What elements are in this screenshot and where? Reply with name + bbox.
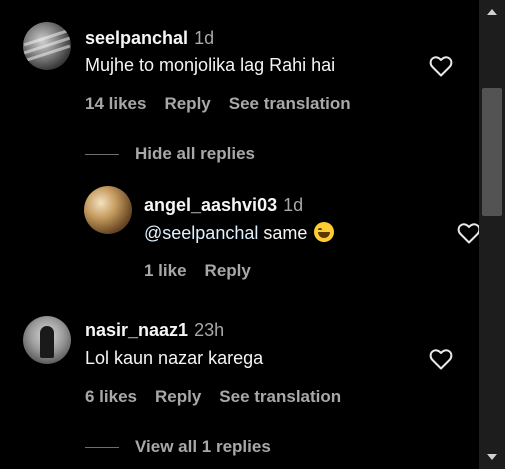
comment-text: Mujhe to monjolika lag Rahi hai xyxy=(85,55,336,75)
comment-time: 1d xyxy=(194,28,215,48)
view-replies-button[interactable]: View all 1 replies xyxy=(85,437,271,457)
avatar-nasir-naaz1[interactable] xyxy=(23,316,71,364)
reply-text-body: same xyxy=(263,223,308,243)
divider-line xyxy=(85,447,119,449)
reply-button[interactable]: Reply xyxy=(155,387,201,406)
comment-time: 23h xyxy=(194,320,225,340)
mention-link[interactable]: @seelpanchal xyxy=(144,223,258,243)
comment-text: Lol kaun nazar karega xyxy=(85,348,264,368)
comment-actions: 6 likes Reply See translation xyxy=(85,387,359,407)
username-link[interactable]: seelpanchal xyxy=(85,28,188,48)
scrollbar-thumb[interactable] xyxy=(482,88,502,216)
reply-button[interactable]: Reply xyxy=(205,261,251,280)
comment-actions: 14 likes Reply See translation xyxy=(85,94,369,114)
comment-time: 1d xyxy=(283,195,304,215)
comment-header: nasir_naaz1 23h xyxy=(85,320,224,341)
heart-icon[interactable] xyxy=(429,55,453,77)
username-link[interactable]: angel_aashvi03 xyxy=(144,195,277,215)
avatar-angel-aashvi03[interactable] xyxy=(84,186,132,234)
scrollbar[interactable] xyxy=(479,0,505,469)
hide-replies-label: Hide all replies xyxy=(135,144,255,163)
avatar-seelpanchal[interactable] xyxy=(23,22,71,70)
username-link[interactable]: nasir_naaz1 xyxy=(85,320,188,340)
reply-actions: 1 like Reply xyxy=(144,261,269,281)
hide-replies-button[interactable]: Hide all replies xyxy=(85,144,255,164)
see-translation-button[interactable]: See translation xyxy=(229,94,351,113)
scroll-up-arrow-icon[interactable] xyxy=(487,9,497,15)
likes-count[interactable]: 6 likes xyxy=(85,387,137,406)
view-replies-label: View all 1 replies xyxy=(135,437,271,456)
likes-count[interactable]: 14 likes xyxy=(85,94,146,113)
scroll-down-arrow-icon[interactable] xyxy=(487,454,497,460)
reply-header: angel_aashvi03 1d xyxy=(144,195,303,216)
reply-button[interactable]: Reply xyxy=(164,94,210,113)
likes-count[interactable]: 1 like xyxy=(144,261,187,280)
heart-icon[interactable] xyxy=(429,348,453,370)
comment-header: seelpanchal 1d xyxy=(85,28,214,49)
heart-icon[interactable] xyxy=(457,222,481,244)
divider-line xyxy=(85,154,119,156)
reply-text: @seelpanchal same xyxy=(144,222,335,244)
see-translation-button[interactable]: See translation xyxy=(219,387,341,406)
laughing-emoji-icon xyxy=(314,222,335,242)
